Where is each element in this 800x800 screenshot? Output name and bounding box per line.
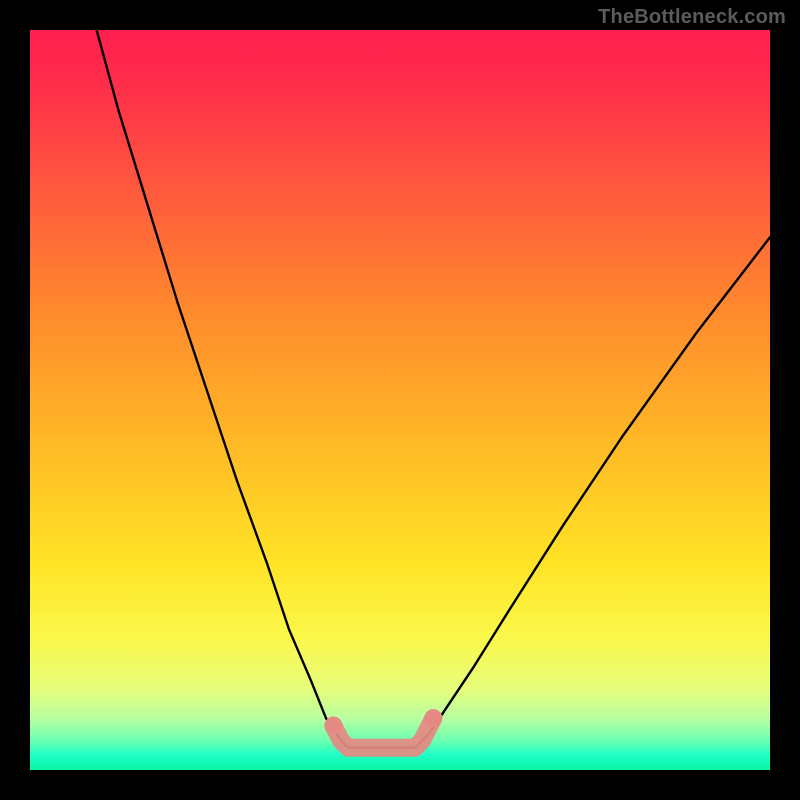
valley-highlight bbox=[333, 718, 433, 748]
v-curve bbox=[97, 30, 770, 748]
watermark-text: TheBottleneck.com bbox=[598, 6, 786, 29]
highlight-dot bbox=[424, 709, 442, 727]
highlight-dot bbox=[324, 717, 342, 735]
curve-group bbox=[97, 30, 770, 748]
plot-area bbox=[30, 30, 770, 770]
curve-layer bbox=[30, 30, 770, 770]
outer-black-frame: TheBottleneck.com bbox=[0, 0, 800, 800]
marker-group bbox=[324, 709, 442, 748]
